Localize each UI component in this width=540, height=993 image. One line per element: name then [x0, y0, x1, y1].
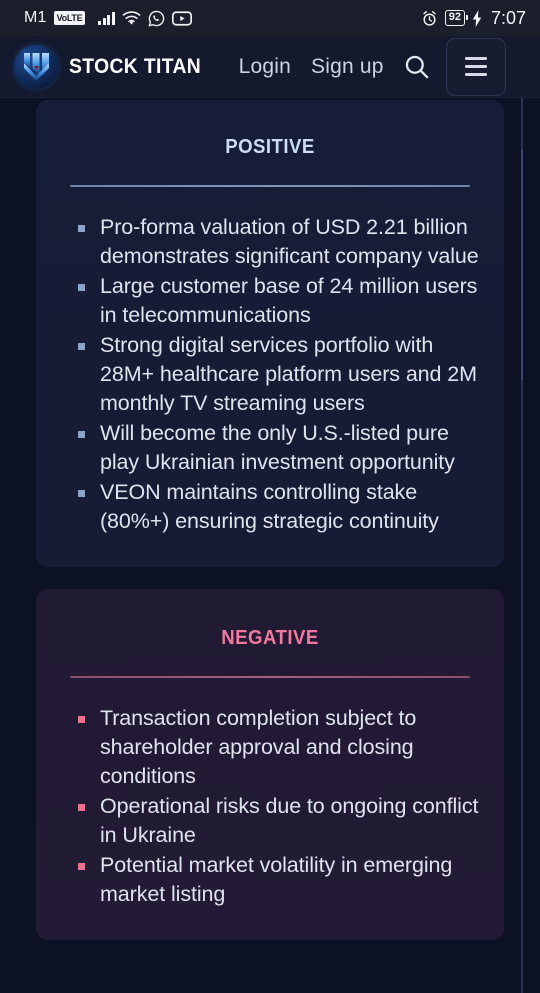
list-item: Will become the only U.S.-listed pure pl…: [78, 419, 480, 477]
status-bar: M1 VoLTE 92 7:07: [0, 0, 540, 36]
carrier-label: M1: [24, 9, 47, 26]
hamburger-menu-icon[interactable]: [445, 37, 506, 96]
battery-indicator: 92: [444, 10, 469, 26]
scrollbar-thumb[interactable]: [521, 150, 523, 380]
header-nav: Login Sign up: [239, 55, 384, 79]
list-item: Large customer base of 24 million users …: [78, 272, 480, 330]
brand-logo-link[interactable]: STOCK TITAN: [14, 44, 213, 89]
signal-bars-icon: [98, 11, 115, 25]
negative-highlights-card: Negative Transaction completion subject …: [36, 589, 504, 940]
list-item: Pro-forma valuation of USD 2.21 billion …: [78, 213, 480, 271]
positive-highlights-card: Positive Pro-forma valuation of USD 2.21…: [36, 100, 504, 567]
clock-time: 7:07: [490, 7, 526, 28]
whatsapp-icon: [148, 10, 165, 27]
stock-titan-logo-icon: [14, 44, 58, 89]
list-item: VEON maintains controlling stake (80%+) …: [78, 478, 480, 536]
list-item: Potential market volatility in emerging …: [78, 851, 480, 909]
login-link[interactable]: Login: [239, 55, 291, 79]
search-icon[interactable]: [402, 52, 432, 82]
positive-card-divider: [70, 185, 470, 187]
charging-bolt-icon: [472, 9, 483, 27]
page-content: Positive Pro-forma valuation of USD 2.21…: [0, 98, 540, 993]
positive-card-title: Positive: [225, 128, 315, 160]
negative-card-divider: [70, 676, 470, 678]
brand-name: STOCK TITAN: [69, 54, 202, 78]
list-item: Strong digital services portfolio with 2…: [78, 331, 480, 418]
list-item: Operational risks due to ongoing conflic…: [78, 792, 480, 850]
wifi-icon: [122, 10, 141, 26]
positive-bullet-list: Pro-forma valuation of USD 2.21 billion …: [36, 213, 504, 536]
negative-card-title: Negative: [221, 619, 319, 651]
alarm-icon: [421, 10, 438, 27]
site-header: STOCK TITAN Login Sign up: [0, 36, 540, 98]
signup-link[interactable]: Sign up: [311, 55, 384, 79]
status-bar-left: M1 VoLTE: [24, 9, 192, 27]
list-item: Transaction completion subject to shareh…: [78, 704, 480, 791]
status-bar-right: 92 7:07: [421, 8, 526, 29]
negative-bullet-list: Transaction completion subject to shareh…: [36, 704, 504, 909]
youtube-icon: [171, 10, 192, 26]
volte-badge: VoLTE: [53, 11, 86, 25]
